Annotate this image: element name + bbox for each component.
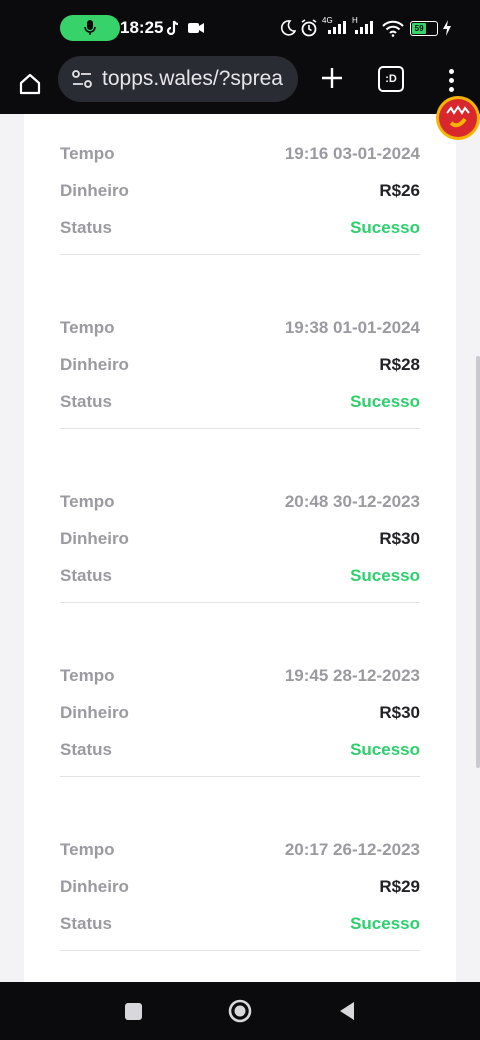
status-label: Status (60, 740, 112, 759)
tempo-value: 20:48 30-12-2023 (284, 492, 420, 511)
divider (60, 428, 420, 429)
tempo-row: Tempo 20:17 26-12-2023 (60, 840, 420, 877)
more-icon-dot (448, 86, 454, 92)
status-label: Status (60, 566, 112, 585)
dinheiro-value: R$28 (379, 355, 420, 374)
status-value: Sucesso (350, 392, 420, 411)
plus-icon (322, 68, 342, 88)
dinheiro-label: Dinheiro (60, 877, 129, 896)
browser-toolbar: topps.wales/?sprea :D (0, 56, 480, 114)
wifi-icon (382, 18, 404, 38)
history-card: Tempo 19:16 03-01-2024 Dinheiro R$26 Statu… (24, 114, 456, 982)
status-value: Sucesso (350, 218, 420, 237)
dinheiro-row: Dinheiro R$30 (60, 703, 420, 740)
tabs-button[interactable]: :D (378, 66, 404, 92)
status-value: Sucesso (350, 740, 420, 759)
tempo-row: Tempo 20:48 30-12-2023 (60, 492, 420, 529)
tempo-label: Tempo (60, 318, 115, 337)
status-bar: 18:25 4G H 59 (0, 0, 480, 56)
back-button[interactable] (332, 996, 362, 1026)
recents-icon (124, 1002, 142, 1020)
recents-button[interactable] (118, 996, 148, 1026)
tempo-value: 19:45 28-12-2023 (284, 666, 420, 685)
dinheiro-label: Dinheiro (60, 703, 129, 722)
scrollbar[interactable] (476, 356, 480, 768)
tempo-value: 19:38 01-01-2024 (284, 318, 420, 337)
dinheiro-value: R$30 (379, 703, 420, 722)
more-icon (448, 68, 454, 74)
system-nav-bar (0, 982, 480, 1040)
list-item: Tempo 20:48 30-12-2023 Dinheiro R$30 Statu… (60, 492, 420, 603)
tempo-label: Tempo (60, 492, 115, 511)
dinheiro-label: Dinheiro (60, 355, 129, 374)
status-label: Status (60, 914, 112, 933)
dinheiro-value: R$26 (379, 181, 420, 200)
status-row: Status Sucesso (60, 218, 420, 255)
more-menu-button[interactable] (436, 62, 466, 98)
battery-level: 59 (414, 23, 424, 33)
site-settings-icon[interactable] (70, 67, 94, 91)
home-button[interactable] (12, 66, 48, 102)
dinheiro-label: Dinheiro (60, 529, 129, 548)
status-label: Status (60, 218, 112, 237)
mic-icon (84, 20, 96, 35)
status-row: Status Sucesso (60, 566, 420, 603)
dinheiro-value: R$30 (379, 529, 420, 548)
page-content[interactable]: Tempo 19:16 03-01-2024 Dinheiro R$26 Statu… (0, 114, 480, 982)
tempo-row: Tempo 19:16 03-01-2024 (60, 144, 420, 181)
back-icon (340, 1002, 354, 1020)
tabs-icon: :D (385, 73, 397, 85)
signal-icon: 4G H (322, 16, 378, 36)
url-text[interactable]: topps.wales/?sprea (102, 67, 283, 91)
avatar[interactable] (436, 96, 480, 140)
tempo-row: Tempo 19:38 01-01-2024 (60, 318, 420, 355)
list-item: Tempo 19:16 03-01-2024 Dinheiro R$26 Statu… (60, 144, 420, 255)
new-tab-button[interactable] (314, 60, 350, 96)
moon-icon (280, 18, 296, 38)
tempo-label: Tempo (60, 840, 115, 859)
dinheiro-row: Dinheiro R$26 (60, 181, 420, 218)
tempo-row: Tempo 19:45 28-12-2023 (60, 666, 420, 703)
status-time: 18:25 (120, 18, 164, 37)
home-nav-icon (228, 999, 252, 1023)
network-h-label: H (352, 16, 358, 25)
avatar-icon (439, 99, 477, 137)
mic-indicator[interactable] (60, 15, 120, 41)
tempo-label: Tempo (60, 144, 115, 163)
dinheiro-value: R$29 (379, 877, 420, 896)
dinheiro-row: Dinheiro R$29 (60, 877, 420, 914)
status-value: Sucesso (350, 566, 420, 585)
divider (60, 776, 420, 777)
more-icon-dot (448, 77, 454, 83)
list-item: Tempo 20:17 26-12-2023 Dinheiro R$29 Statu… (60, 840, 420, 951)
tempo-label: Tempo (60, 666, 115, 685)
tempo-value: 19:16 03-01-2024 (284, 144, 420, 163)
alarm-icon (300, 18, 318, 38)
address-bar[interactable]: topps.wales/?sprea (58, 56, 298, 102)
status-row: Status Sucesso (60, 914, 420, 951)
home-nav-button[interactable] (225, 996, 255, 1026)
charging-icon (442, 18, 452, 38)
dinheiro-row: Dinheiro R$28 (60, 355, 420, 392)
list-item: Tempo 19:45 28-12-2023 Dinheiro R$30 Statu… (60, 666, 420, 777)
battery-icon: 59 (410, 18, 438, 38)
video-icon (188, 18, 204, 38)
list-item: Tempo 19:38 01-01-2024 Dinheiro R$28 Statu… (60, 318, 420, 429)
divider (60, 254, 420, 255)
home-icon (19, 73, 41, 95)
dinheiro-row: Dinheiro R$30 (60, 529, 420, 566)
dinheiro-label: Dinheiro (60, 181, 129, 200)
status-row: Status Sucesso (60, 392, 420, 429)
tempo-value: 20:17 26-12-2023 (284, 840, 420, 859)
divider (60, 950, 420, 951)
status-row: Status Sucesso (60, 740, 420, 777)
divider (60, 602, 420, 603)
status-value: Sucesso (350, 914, 420, 933)
status-label: Status (60, 392, 112, 411)
network-4g-label: 4G (322, 16, 333, 25)
tiktok-icon (166, 18, 180, 38)
